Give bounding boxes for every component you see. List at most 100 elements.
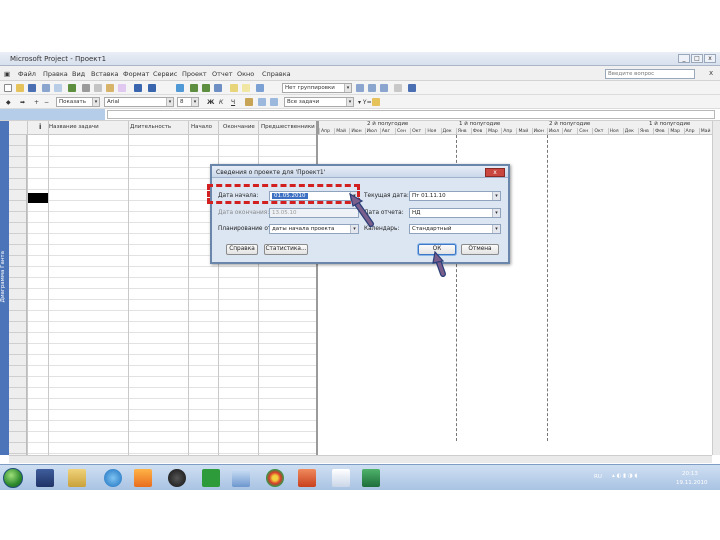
zoom-out-icon[interactable] bbox=[368, 84, 376, 92]
selected-cell[interactable] bbox=[28, 193, 48, 203]
status-date-field[interactable]: НД ▾ bbox=[409, 208, 501, 218]
chrome-icon[interactable] bbox=[266, 469, 284, 487]
column-header-finish[interactable]: Окончание bbox=[223, 124, 255, 130]
horizontal-scrollbar[interactable] bbox=[9, 455, 712, 463]
gantt-wizard-icon[interactable] bbox=[372, 98, 380, 106]
help-icon[interactable] bbox=[408, 84, 416, 92]
outdent-icon[interactable]: ◆ bbox=[6, 99, 11, 106]
menu-help[interactable]: Справка bbox=[262, 70, 291, 78]
explorer-icon[interactable] bbox=[68, 469, 86, 487]
chevron-down-icon[interactable]: ▾ bbox=[350, 225, 358, 233]
internet-explorer-icon[interactable] bbox=[104, 469, 122, 487]
align-right-icon[interactable] bbox=[270, 98, 278, 106]
menu-project[interactable]: Проект bbox=[182, 70, 207, 78]
menu-report[interactable]: Отчет bbox=[212, 70, 233, 78]
close-document-button[interactable]: x bbox=[709, 69, 713, 77]
clock-time[interactable]: 20:13 bbox=[682, 471, 698, 477]
menu-format[interactable]: Формат bbox=[123, 70, 149, 78]
menu-window[interactable]: Окно bbox=[237, 70, 254, 78]
language-indicator[interactable]: RU bbox=[594, 474, 602, 480]
copy-icon[interactable] bbox=[94, 84, 102, 92]
save-icon[interactable] bbox=[28, 84, 36, 92]
media-player-icon[interactable] bbox=[134, 469, 152, 487]
document-icon[interactable] bbox=[232, 469, 250, 487]
scroll-to-task-icon[interactable] bbox=[380, 84, 388, 92]
current-date-field[interactable]: Пт 01.11.10 ▾ bbox=[409, 191, 501, 201]
column-header-predecessors[interactable]: Предшественники bbox=[261, 124, 315, 130]
hide-subtasks-icon[interactable]: − bbox=[44, 99, 49, 106]
powerpoint-icon[interactable] bbox=[298, 469, 316, 487]
calendar-select[interactable]: Стандартный ▾ bbox=[409, 224, 501, 234]
task-info-icon[interactable] bbox=[230, 84, 238, 92]
month-label: Июл bbox=[546, 128, 562, 135]
entry-field[interactable] bbox=[107, 110, 715, 119]
italic-button[interactable]: К bbox=[219, 99, 223, 106]
dialog-close-button[interactable]: x bbox=[485, 168, 505, 177]
menu-edit[interactable]: Правка bbox=[43, 70, 68, 78]
group-by-combo[interactable]: Нет группировки ▾ bbox=[282, 83, 352, 93]
reader-icon[interactable] bbox=[332, 469, 350, 487]
spelling-icon[interactable] bbox=[68, 84, 76, 92]
redo-icon[interactable] bbox=[148, 84, 156, 92]
task-notes-icon[interactable] bbox=[242, 84, 250, 92]
copy-picture-icon[interactable] bbox=[394, 84, 402, 92]
preview-icon[interactable] bbox=[54, 84, 62, 92]
open-icon[interactable] bbox=[16, 84, 24, 92]
excel-icon[interactable] bbox=[362, 469, 380, 487]
filter-combo[interactable]: Все задачи ▾ bbox=[284, 97, 354, 107]
start-button[interactable] bbox=[3, 468, 23, 488]
row-number-column[interactable] bbox=[9, 135, 27, 455]
column-header-duration[interactable]: Длительность bbox=[130, 124, 171, 130]
chevron-down-icon[interactable]: ▾ bbox=[492, 209, 500, 217]
cut-icon[interactable] bbox=[82, 84, 90, 92]
project-app-icon[interactable]: ▣ bbox=[4, 70, 10, 78]
font-size-combo[interactable]: 8 ▾ bbox=[177, 97, 199, 107]
save-app-icon[interactable] bbox=[36, 469, 54, 487]
status-date-value: НД bbox=[412, 210, 421, 216]
underline-button[interactable]: Ч bbox=[231, 99, 235, 106]
align-center-icon[interactable] bbox=[258, 98, 266, 106]
menu-view[interactable]: Вид bbox=[72, 70, 85, 78]
format-painter-icon[interactable] bbox=[118, 84, 126, 92]
maximize-button[interactable]: □ bbox=[691, 54, 703, 63]
clock-date[interactable]: 19.11.2010 bbox=[676, 480, 708, 486]
close-window-button[interactable]: x bbox=[704, 54, 716, 63]
hyperlink-icon[interactable] bbox=[176, 84, 184, 92]
indent-icon[interactable]: ➡ bbox=[20, 99, 25, 106]
ok-button[interactable]: ОК bbox=[418, 244, 456, 255]
column-header-start[interactable]: Начало bbox=[191, 124, 212, 130]
schedule-from-select[interactable]: даты начала проекта ▾ bbox=[269, 224, 359, 234]
tray-icons[interactable]: ▴ ◐ ▮ ◑ ◖ bbox=[612, 473, 637, 479]
split-task-icon[interactable] bbox=[214, 84, 222, 92]
info-column-header[interactable]: i bbox=[39, 123, 41, 131]
assign-resources-icon[interactable] bbox=[256, 84, 264, 92]
statistics-button[interactable]: Статистика... bbox=[264, 244, 308, 255]
font-combo[interactable]: Arial ▾ bbox=[104, 97, 174, 107]
hp-icon[interactable] bbox=[168, 469, 186, 487]
new-icon[interactable] bbox=[4, 84, 12, 92]
minimize-button[interactable]: _ bbox=[678, 54, 690, 63]
undo-icon[interactable] bbox=[134, 84, 142, 92]
show-subtasks-icon[interactable]: + bbox=[34, 99, 39, 106]
align-left-icon[interactable] bbox=[245, 98, 253, 106]
autofilter-icon[interactable]: ▾ Y= bbox=[358, 99, 372, 106]
project-taskbar-icon[interactable] bbox=[202, 469, 220, 487]
chevron-down-icon[interactable]: ▾ bbox=[492, 192, 500, 200]
help-button[interactable]: Справка bbox=[226, 244, 258, 255]
unlink-tasks-icon[interactable] bbox=[202, 84, 210, 92]
print-icon[interactable] bbox=[42, 84, 50, 92]
menu-tools[interactable]: Сервис bbox=[153, 70, 177, 78]
chevron-down-icon[interactable]: ▾ bbox=[492, 225, 500, 233]
vertical-scrollbar[interactable] bbox=[712, 121, 720, 455]
bold-button[interactable]: Ж bbox=[207, 99, 214, 106]
paste-icon[interactable] bbox=[106, 84, 114, 92]
help-question-input[interactable]: Введите вопрос bbox=[605, 69, 695, 79]
link-tasks-icon[interactable] bbox=[190, 84, 198, 92]
show-outline-combo[interactable]: Показать ▾ bbox=[56, 97, 100, 107]
zoom-in-icon[interactable] bbox=[356, 84, 364, 92]
menu-insert[interactable]: Вставка bbox=[91, 70, 119, 78]
cancel-button[interactable]: Отмена bbox=[461, 244, 499, 255]
menu-file[interactable]: Файл bbox=[18, 70, 36, 78]
view-bar[interactable]: Диаграмма Ганта bbox=[0, 121, 9, 455]
column-header-task-name[interactable]: Название задачи bbox=[49, 124, 99, 130]
